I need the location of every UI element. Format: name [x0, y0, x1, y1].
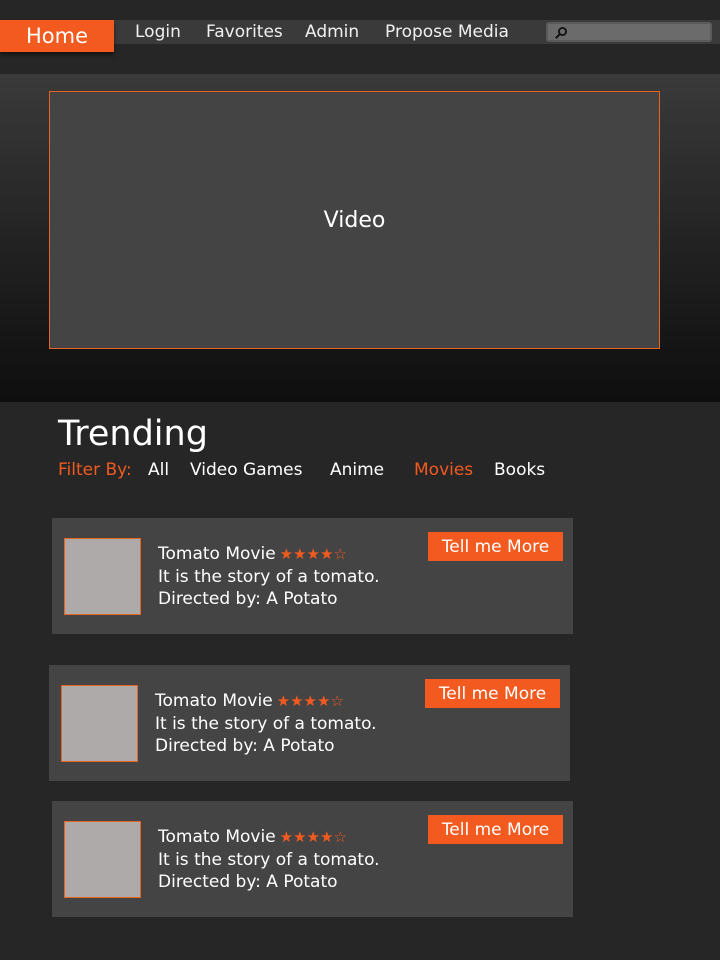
media-card: Tomato Movie ★★★★☆ It is the story of a t…: [49, 665, 570, 781]
media-title[interactable]: Tomato Movie: [158, 827, 276, 847]
media-card: Tomato Movie ★★★★☆ It is the story of a t…: [52, 801, 573, 917]
video-label: Video: [323, 207, 386, 233]
search-input[interactable]: [546, 22, 712, 42]
media-director: Directed by: A Potato: [155, 736, 335, 756]
filter-movies[interactable]: Movies: [414, 459, 473, 481]
star-rating: ★★★★☆: [279, 545, 347, 563]
media-description: It is the story of a tomato.: [155, 714, 377, 734]
filter-all[interactable]: All: [148, 459, 169, 481]
tell-me-more-button[interactable]: Tell me More: [425, 679, 560, 708]
media-director: Directed by: A Potato: [158, 872, 338, 892]
media-thumbnail[interactable]: [64, 821, 141, 898]
tell-me-more-button[interactable]: Tell me More: [428, 532, 563, 561]
filter-anime[interactable]: Anime: [330, 459, 384, 481]
filter-books[interactable]: Books: [494, 459, 545, 481]
media-title[interactable]: Tomato Movie: [158, 544, 276, 564]
star-rating: ★★★★☆: [276, 692, 344, 710]
media-title-line: Tomato Movie ★★★★☆: [155, 691, 344, 711]
media-title[interactable]: Tomato Movie: [155, 691, 273, 711]
nav-link-admin[interactable]: Admin: [305, 22, 359, 42]
search-icon: [555, 27, 567, 39]
star-rating: ★★★★☆: [279, 828, 347, 846]
video-player[interactable]: Video: [49, 91, 660, 349]
media-title-line: Tomato Movie ★★★★☆: [158, 544, 347, 564]
nav-link-favorites[interactable]: Favorites: [206, 22, 283, 42]
media-description: It is the story of a tomato.: [158, 850, 380, 870]
hero-section: Video: [0, 74, 720, 402]
media-thumbnail[interactable]: [61, 685, 138, 762]
media-title-line: Tomato Movie ★★★★☆: [158, 827, 347, 847]
media-director: Directed by: A Potato: [158, 589, 338, 609]
top-navigation: Home Login Favorites Admin Propose Media: [0, 0, 720, 74]
home-button[interactable]: Home: [0, 20, 114, 52]
nav-link-propose-media[interactable]: Propose Media: [385, 22, 509, 42]
trending-title: Trending: [58, 414, 208, 454]
filter-label: Filter By:: [58, 460, 132, 480]
tell-me-more-button[interactable]: Tell me More: [428, 815, 563, 844]
media-thumbnail[interactable]: [64, 538, 141, 615]
media-description: It is the story of a tomato.: [158, 567, 380, 587]
media-card: Tomato Movie ★★★★☆ It is the story of a t…: [52, 518, 573, 634]
nav-link-login[interactable]: Login: [135, 22, 181, 42]
filter-video-games[interactable]: Video Games: [190, 459, 303, 481]
